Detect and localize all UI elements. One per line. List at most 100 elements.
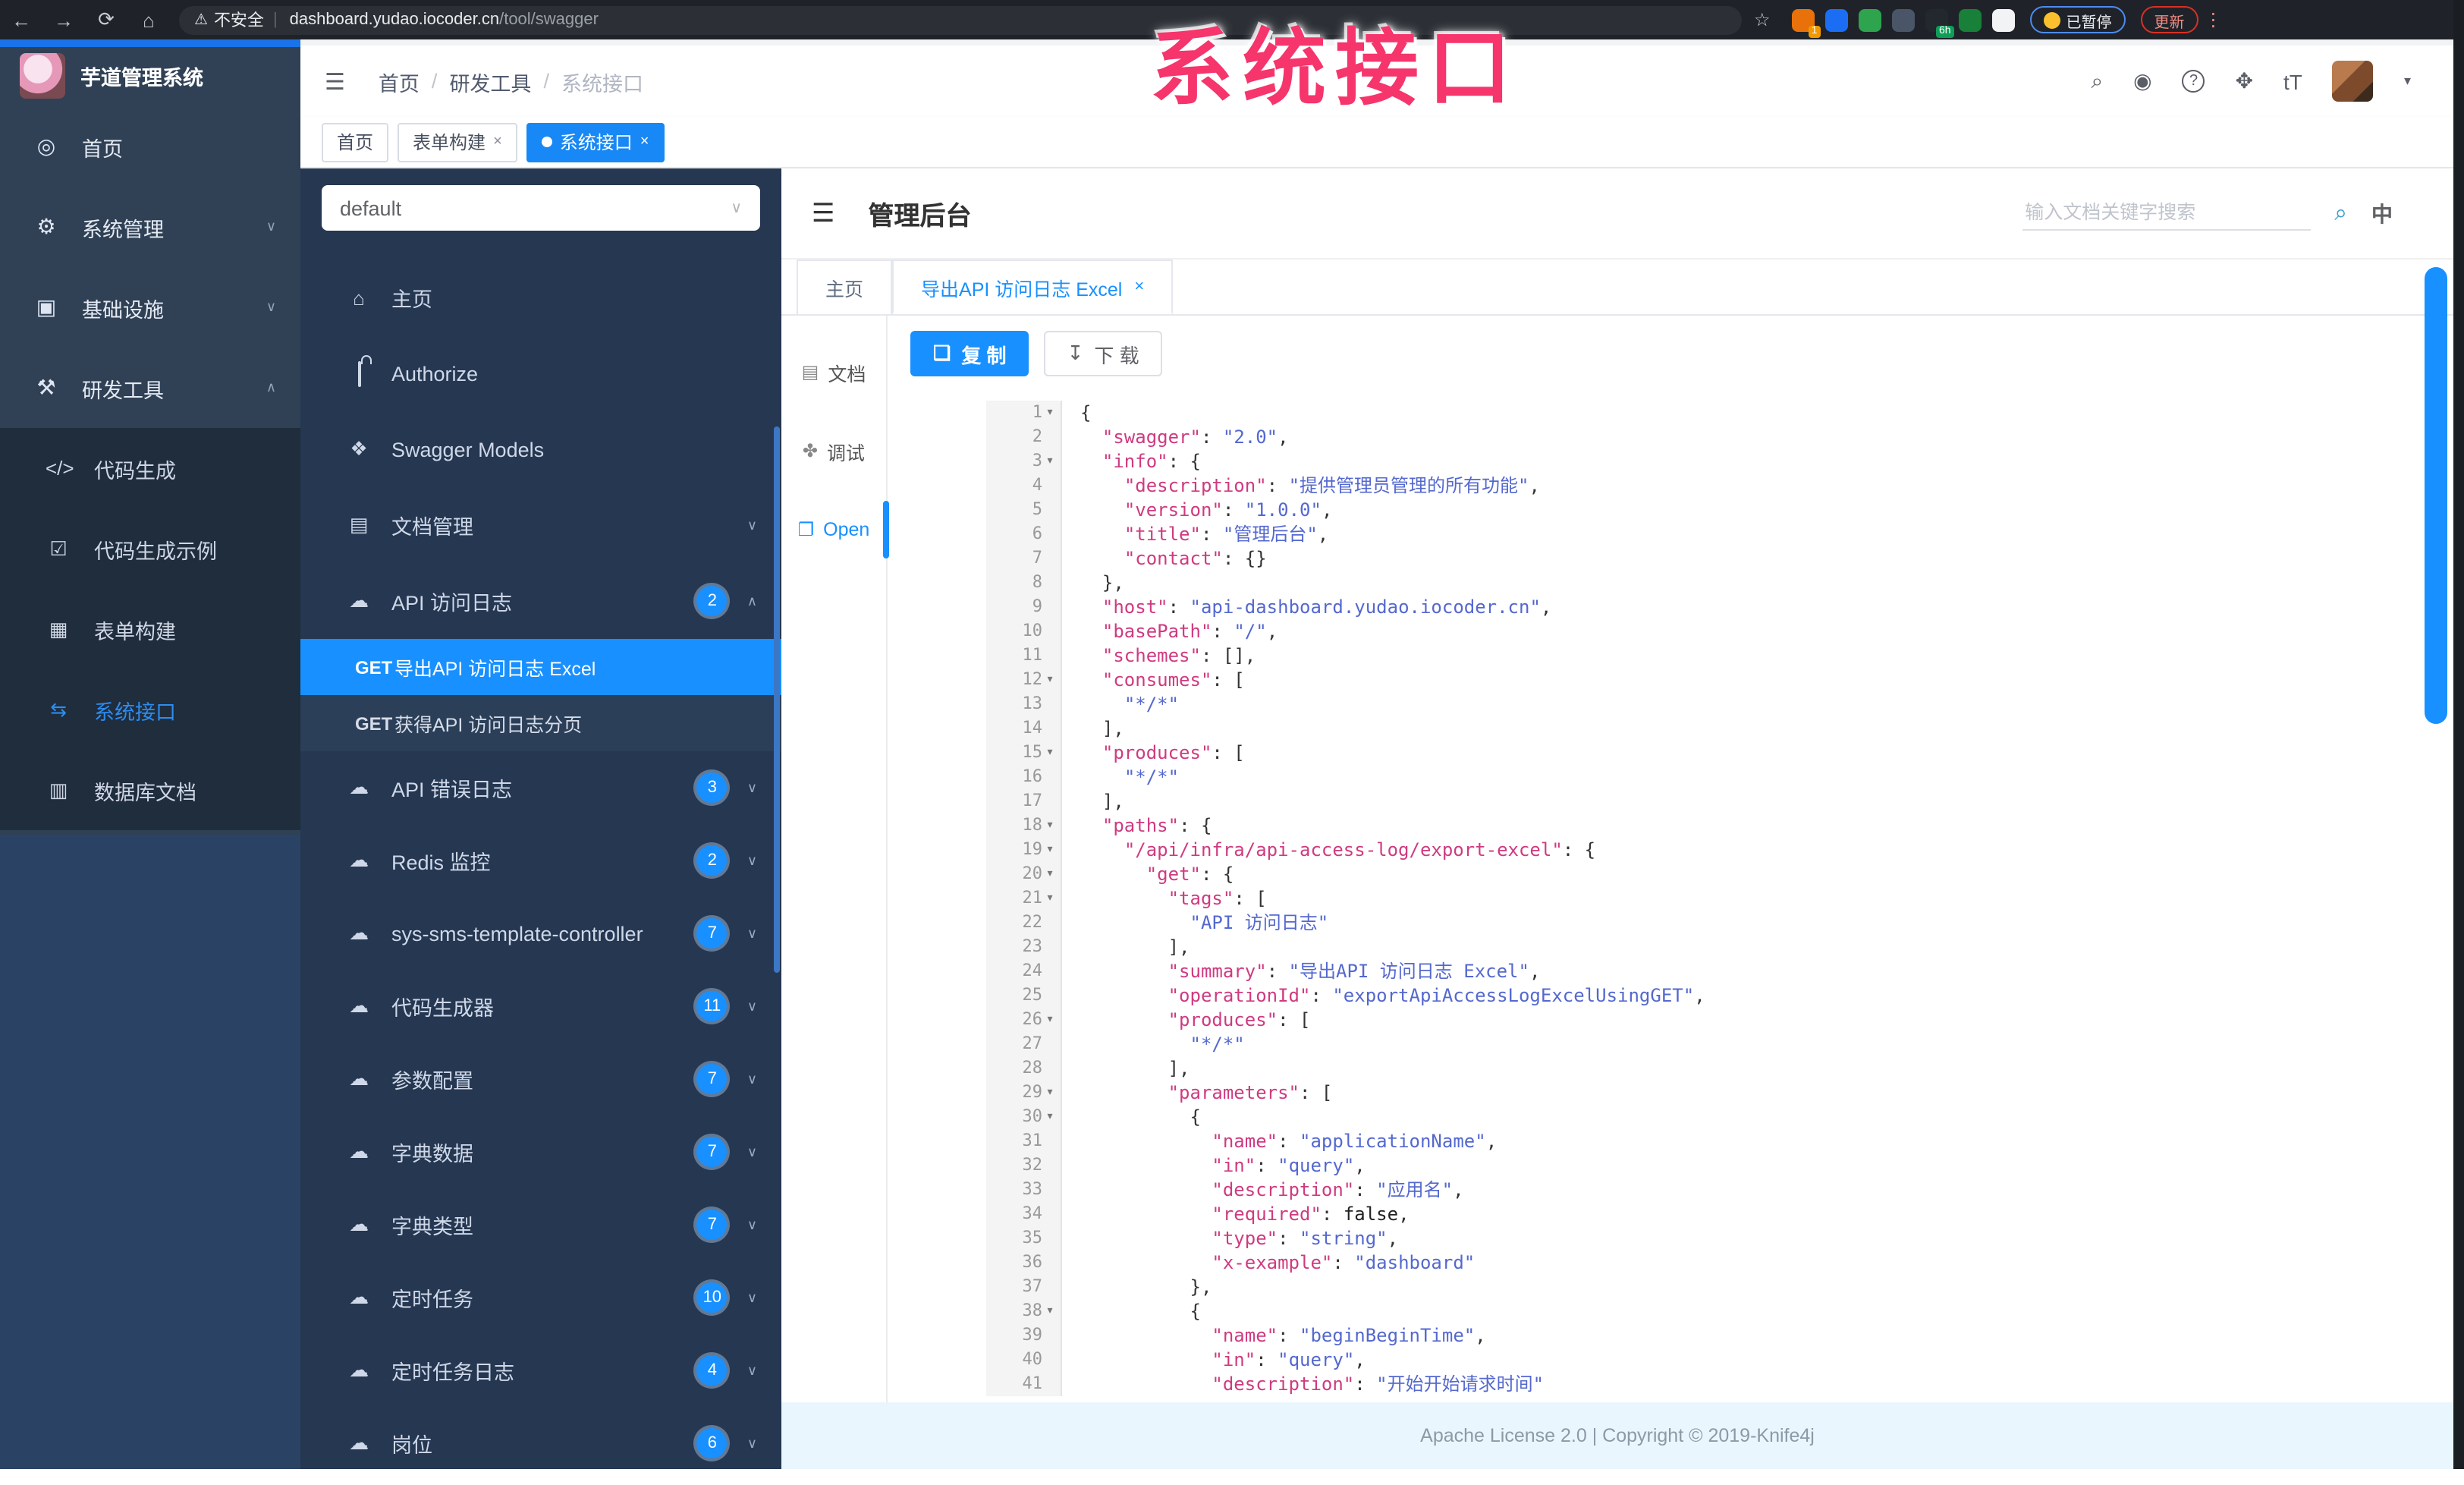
api-operation-获得API 访问日志分页[interactable]: GET 获得API 访问日志分页: [300, 695, 781, 751]
extension-pin[interactable]: [1824, 8, 1848, 31]
fold-caret-icon[interactable]: ▾: [1042, 862, 1058, 886]
extension-grid[interactable]: [1891, 8, 1915, 31]
back-icon[interactable]: ←: [0, 8, 42, 31]
code-token: ,: [1321, 499, 1333, 521]
api-count-badge: 6: [696, 1428, 728, 1458]
line-number: 2: [986, 425, 1062, 449]
swagger-menu-item-Swagger Models[interactable]: ❖ Swagger Models: [300, 411, 781, 487]
bookmark-star-icon[interactable]: ☆: [1754, 9, 1771, 30]
code-token: : [: [1278, 1009, 1311, 1030]
sidebar-item-代码生成示例[interactable]: ☑ 代码生成示例: [0, 508, 300, 589]
fold-caret-icon[interactable]: ▾: [1042, 449, 1058, 474]
download-button[interactable]: ↧ 下 载: [1044, 331, 1162, 376]
fold-caret-icon[interactable]: ▾: [1042, 1008, 1058, 1032]
panel-scrollbar[interactable]: [774, 426, 780, 973]
security-label[interactable]: 不安全: [214, 8, 264, 32]
side-tab-调试[interactable]: ✤ 调试: [781, 428, 886, 474]
hamburger-icon[interactable]: ☰: [325, 68, 345, 95]
json-code-editor[interactable]: 1 ▾{2 "swagger": "2.0", 3 ▾ "info": {4 "des…: [986, 401, 2428, 1396]
extension-dark[interactable]: 6h: [1925, 8, 1954, 37]
tag-表单构建[interactable]: 表单构建 ×: [398, 122, 517, 162]
swagger-menu-item-主页[interactable]: ⌂ 主页: [300, 260, 781, 335]
sidebar-item-数据库文档[interactable]: ▥ 数据库文档: [0, 750, 300, 830]
sidebar-item-系统接口[interactable]: ⇆ 系统接口: [0, 669, 300, 750]
browser-menu-icon[interactable]: ⋮: [2205, 9, 2223, 30]
swagger-menu-item-字典数据[interactable]: ☁ 字典数据 7 ∨: [300, 1115, 781, 1188]
fold-caret-icon[interactable]: ▾: [1042, 886, 1058, 911]
swagger-menu-item-API 访问日志[interactable]: ☁ API 访问日志 2 ∧: [300, 563, 781, 639]
help-icon[interactable]: ?: [2182, 70, 2205, 93]
swagger-menu-item-Authorize[interactable]: Authorize: [300, 335, 781, 411]
doc-search-icon[interactable]: ⌕: [2334, 200, 2347, 226]
extension-orange[interactable]: 1: [1791, 8, 1821, 37]
swagger-menu-item-岗位[interactable]: ☁ 岗位 6 ∨: [300, 1407, 781, 1469]
tag-系统接口[interactable]: 系统接口 ×: [526, 122, 665, 162]
sidebar-item-系统管理[interactable]: ⚙ 系统管理 ∨: [0, 187, 300, 267]
search-icon[interactable]: ⌕: [2091, 68, 2103, 94]
fold-caret-icon[interactable]: ▾: [1042, 1299, 1058, 1323]
breadcrumb-item[interactable]: 系统接口: [561, 66, 643, 96]
user-avatar[interactable]: [2332, 61, 2374, 102]
swagger-menu-item-Redis 监控[interactable]: ☁ Redis 监控 2 ∨: [300, 824, 781, 897]
code-token: "tags": [1168, 888, 1234, 909]
sidebar-item-研发工具[interactable]: ⚒ 研发工具 ∧: [0, 348, 300, 428]
doc-tab-导出API 访问日志 Excel[interactable]: 导出API 访问日志 Excel ×: [892, 260, 1174, 314]
reload-icon[interactable]: ⟳: [85, 8, 127, 32]
sidebar-item-基础设施[interactable]: ▣ 基础设施 ∨: [0, 267, 300, 348]
font-size-icon[interactable]: tT: [2283, 69, 2302, 93]
doc-tab-主页[interactable]: 主页: [797, 260, 893, 314]
extension-leaf[interactable]: [1958, 8, 1982, 31]
swagger-menu-item-定时任务日志[interactable]: ☁ 定时任务日志 4 ∨: [300, 1334, 781, 1407]
home-icon[interactable]: ⌂: [127, 8, 170, 31]
forward-icon[interactable]: →: [42, 8, 85, 31]
update-button[interactable]: 更新: [2140, 6, 2198, 33]
home-icon: ⌂: [353, 286, 365, 309]
sidebar-item-首页[interactable]: ◎ 首页: [0, 106, 300, 187]
api-group-select[interactable]: default ∨: [322, 185, 760, 231]
sidebar-item-表单构建[interactable]: ▦ 表单构建: [0, 589, 300, 669]
fold-caret-empty: [1042, 1202, 1058, 1226]
profile-paused-pill[interactable]: 已暂停: [2029, 6, 2126, 33]
app-logo-row[interactable]: 芋道管理系统: [0, 46, 300, 106]
line-number: 5: [986, 498, 1062, 522]
tag-首页[interactable]: 首页: [322, 122, 389, 162]
swagger-menu-item-字典类型[interactable]: ☁ 字典类型 7 ∨: [300, 1188, 781, 1261]
fold-caret-icon[interactable]: ▾: [1042, 1105, 1058, 1129]
api-operation-导出API 访问日志 Excel[interactable]: GET 导出API 访问日志 Excel: [300, 639, 781, 695]
swagger-menu-item-API 错误日志[interactable]: ☁ API 错误日志 3 ∨: [300, 751, 781, 824]
extension-paw[interactable]: [1991, 8, 2015, 31]
doc-search-input[interactable]: [2022, 196, 2311, 231]
chevron-down-icon: ∨: [746, 1435, 757, 1450]
tag-close-icon[interactable]: ×: [640, 134, 649, 150]
page-scrollbar-thumb[interactable]: [2425, 267, 2447, 724]
swagger-menu-item-参数配置[interactable]: ☁ 参数配置 7 ∨: [300, 1043, 781, 1115]
fullscreen-icon[interactable]: ✥: [2236, 68, 2253, 94]
swagger-menu-item-文档管理[interactable]: ▤ 文档管理 ∨: [300, 487, 781, 563]
side-tab-文档[interactable]: ▤ 文档: [781, 349, 886, 395]
fold-caret-icon[interactable]: ▾: [1042, 668, 1058, 692]
github-icon[interactable]: ◉: [2133, 68, 2151, 94]
breadcrumb-item[interactable]: 首页: [379, 66, 420, 96]
avatar-caret-icon[interactable]: ▾: [2404, 73, 2411, 90]
code-line-content: "title": "管理后台",: [1062, 522, 1328, 546]
copy-button[interactable]: ❏ 复 制: [910, 331, 1029, 376]
fold-caret-icon[interactable]: ▾: [1042, 813, 1058, 838]
tab-close-icon[interactable]: ×: [1134, 278, 1144, 296]
swagger-menu-item-定时任务[interactable]: ☁ 定时任务 10 ∨: [300, 1261, 781, 1334]
fold-caret-icon[interactable]: ▾: [1042, 401, 1058, 425]
fold-caret-icon[interactable]: ▾: [1042, 1081, 1058, 1105]
swagger-menu-item-代码生成器[interactable]: ☁ 代码生成器 11 ∨: [300, 970, 781, 1043]
side-tab-Open[interactable]: ❐ Open: [781, 501, 889, 558]
fold-caret-icon[interactable]: ▾: [1042, 838, 1058, 862]
profile-emoji-icon: [2043, 11, 2060, 28]
fold-caret-icon[interactable]: ▾: [1042, 741, 1058, 765]
fold-caret-empty: [1042, 959, 1058, 983]
tag-close-icon[interactable]: ×: [493, 134, 502, 150]
collapse-menu-icon[interactable]: ☰: [812, 198, 835, 228]
extension-green-circle[interactable]: [1858, 8, 1881, 31]
sidebar-item-代码生成[interactable]: </> 代码生成: [0, 428, 300, 508]
swagger-menu-item-sys-sms-template-controller[interactable]: ☁ sys-sms-template-controller 7 ∨: [300, 897, 781, 970]
language-toggle-icon[interactable]: 中: [2371, 198, 2393, 228]
breadcrumb-item[interactable]: 研发工具: [449, 66, 531, 96]
